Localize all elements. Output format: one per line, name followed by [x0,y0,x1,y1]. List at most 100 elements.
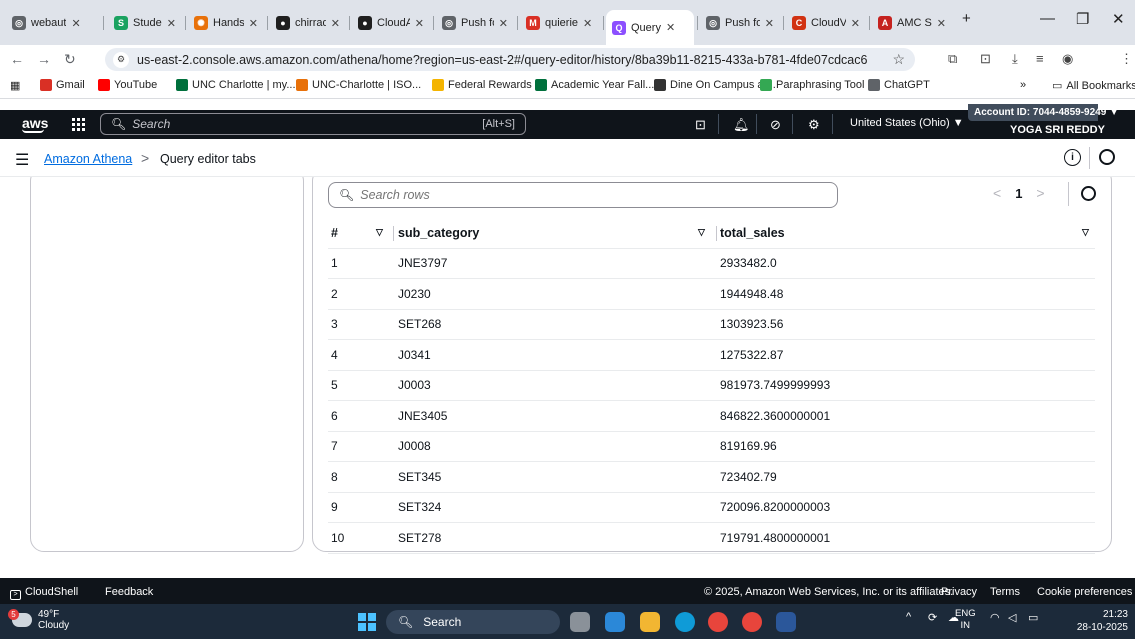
table-row[interactable]: 6 JNE3405 846822.3600000001 [328,400,1095,432]
region-selector[interactable]: United States (Ohio) ▼ [850,117,964,129]
cloudshell-footer-button[interactable]: > CloudShell [10,586,78,600]
tab-close-icon[interactable]: ✕ [249,17,258,30]
help-icon[interactable]: ⊘ [770,117,781,133]
tab-close-icon[interactable]: ✕ [851,17,860,30]
browser-tab[interactable]: ◎ webaut ✕ [6,10,100,36]
copilot-icon[interactable] [605,612,625,632]
info-icon[interactable]: i [1064,149,1081,166]
column-header-total-sales[interactable]: total_sales ▽ [720,218,1095,249]
cookie-preferences-link[interactable]: Cookie preferences [1037,586,1132,598]
table-row[interactable]: 9 SET324 720096.8200000003 [328,492,1095,523]
edge-icon[interactable] [675,612,695,632]
bookmark-item[interactable]: Federal Rewards [432,79,532,91]
next-page-icon[interactable]: > [1036,185,1044,201]
close-window-icon[interactable]: ✕ [1112,10,1125,28]
wifi-icon[interactable]: ◠ [990,611,1000,624]
file-explorer-icon[interactable] [640,612,660,632]
tab-close-icon[interactable]: ✕ [583,17,592,30]
tab-close-icon[interactable]: ✕ [666,21,675,34]
browser-tab[interactable]: ✺ Hands ✕ [188,10,264,36]
browser-tab[interactable]: ◎ Push fo ✕ [700,10,780,36]
all-bookmarks-folder[interactable]: ▭ All Bookmarks [1052,79,1135,93]
browser-menu-icon[interactable]: ⋮ [1120,51,1133,67]
bookmark-item[interactable]: Gmail [40,79,85,91]
weather-widget[interactable]: 5 49°F Cloudy [8,609,69,631]
bookmark-star-icon[interactable]: ☆ [892,51,905,68]
battery-icon[interactable]: ▭ [1028,611,1038,624]
search-rows-input[interactable]: 🔍︎ [328,182,838,208]
search-rows-field[interactable] [360,188,821,202]
bookmark-item[interactable]: Dine On Campus at... [654,79,776,91]
aws-logo[interactable]: aws [22,115,48,133]
table-row[interactable]: 8 SET345 723402.79 [328,461,1095,493]
menu-hamburger-icon[interactable]: ☰ [15,150,29,170]
services-menu-icon[interactable] [72,118,85,131]
sort-down-icon[interactable]: ▽ [376,227,383,238]
profile-avatar-icon[interactable]: ◉ [1062,51,1073,67]
volume-icon[interactable]: ◁ [1008,611,1016,624]
settings-gear-icon[interactable]: ⚙ [808,117,820,133]
breadcrumb-athena-link[interactable]: Amazon Athena [44,152,132,166]
more-bookmarks-icon[interactable]: » [1020,79,1026,91]
tab-close-icon[interactable]: ✕ [937,17,946,30]
table-row[interactable]: 4 J0341 1275322.87 [328,339,1095,371]
apps-grid-icon[interactable]: ▦ [10,79,20,92]
tab-close-icon[interactable]: ✕ [499,17,508,30]
reading-list-icon[interactable]: ≡ [1036,51,1044,66]
table-settings-icon[interactable] [1081,186,1096,201]
tab-close-icon[interactable]: ✕ [415,17,424,30]
download-icon[interactable]: ⤓ [1012,51,1018,67]
language-indicator[interactable]: ENG IN [955,608,976,632]
browser-tab[interactable]: C CloudV ✕ [786,10,866,36]
tab-close-icon[interactable]: ✕ [71,17,80,30]
reload-icon[interactable]: ↻ [64,51,76,68]
table-row[interactable]: 5 J0003 981973.7499999993 [328,370,1095,401]
table-row[interactable]: 2 J0230 1944948.48 [328,278,1095,310]
windows-start-icon[interactable] [358,613,376,631]
tray-chevron-icon[interactable]: ^ [906,611,911,623]
column-header-index[interactable]: # ▽ [328,218,398,249]
sort-down-icon[interactable]: ▽ [698,227,705,238]
table-row[interactable]: 3 SET268 1303923.56 [328,309,1095,340]
site-info-icon[interactable]: ⚙ [113,51,129,68]
aws-search-input[interactable]: 🔍︎ Search [Alt+S] [100,113,526,135]
forward-icon[interactable]: → [37,51,51,67]
browser-tab[interactable]: ● CloudA ✕ [352,10,430,36]
privacy-link[interactable]: Privacy [941,586,977,598]
browser-tab[interactable]: Q Query ✕ [606,10,694,45]
tab-search-icon[interactable]: ⊡ [980,51,991,67]
taskbar-search[interactable]: 🔍︎ Search [386,610,560,634]
bookmark-item[interactable]: ChatGPT [868,79,930,91]
browser-tab[interactable]: S Studen ✕ [108,10,182,36]
previous-page-icon[interactable]: < [993,185,1001,201]
browser-tab[interactable]: Mquierie ✕ [520,10,600,36]
chrome-profile-icon[interactable] [742,612,762,632]
bookmark-item[interactable]: UNC-Charlotte | ISO... [296,79,421,91]
cloudshell-icon[interactable]: ⊡ [695,117,706,133]
task-view-icon[interactable] [570,612,590,632]
table-row[interactable]: 1 JNE3797 2933482.0 [328,248,1095,279]
bookmark-item[interactable]: Academic Year Fall... [535,79,654,91]
column-header-sub-category[interactable]: sub_category ▽ [398,218,720,249]
tray-sync-icon[interactable]: ⟳ [928,611,937,624]
browser-tab[interactable]: ● chirrad ✕ [270,10,346,36]
sort-down-icon[interactable]: ▽ [1082,227,1089,238]
address-bar[interactable]: ⚙ us-east-2.console.aws.amazon.com/athen… [105,48,915,71]
terms-link[interactable]: Terms [990,586,1020,598]
new-tab-icon[interactable]: + [962,10,971,27]
table-row[interactable]: 7 J0008 819169.96 [328,431,1095,462]
browser-tab[interactable]: A AMC S ✕ [872,10,952,36]
minimize-icon[interactable]: — [1040,10,1055,27]
bookmark-item[interactable]: YouTube [98,79,157,91]
word-icon[interactable] [776,612,796,632]
taskbar-clock[interactable]: 21:23 28-10-2025 [1076,608,1128,634]
preferences-icon[interactable] [1099,149,1115,165]
bookmark-item[interactable]: Paraphrasing Tool (... [760,79,880,91]
browser-tab[interactable]: ◎ Push fo ✕ [436,10,514,36]
tab-close-icon[interactable]: ✕ [331,17,340,30]
current-page[interactable]: 1 [1015,186,1022,201]
tab-close-icon[interactable]: ✕ [765,17,774,30]
back-icon[interactable]: ← [10,51,24,67]
user-name[interactable]: YOGA SRI REDDY [1010,124,1105,136]
chrome-icon[interactable] [708,612,728,632]
